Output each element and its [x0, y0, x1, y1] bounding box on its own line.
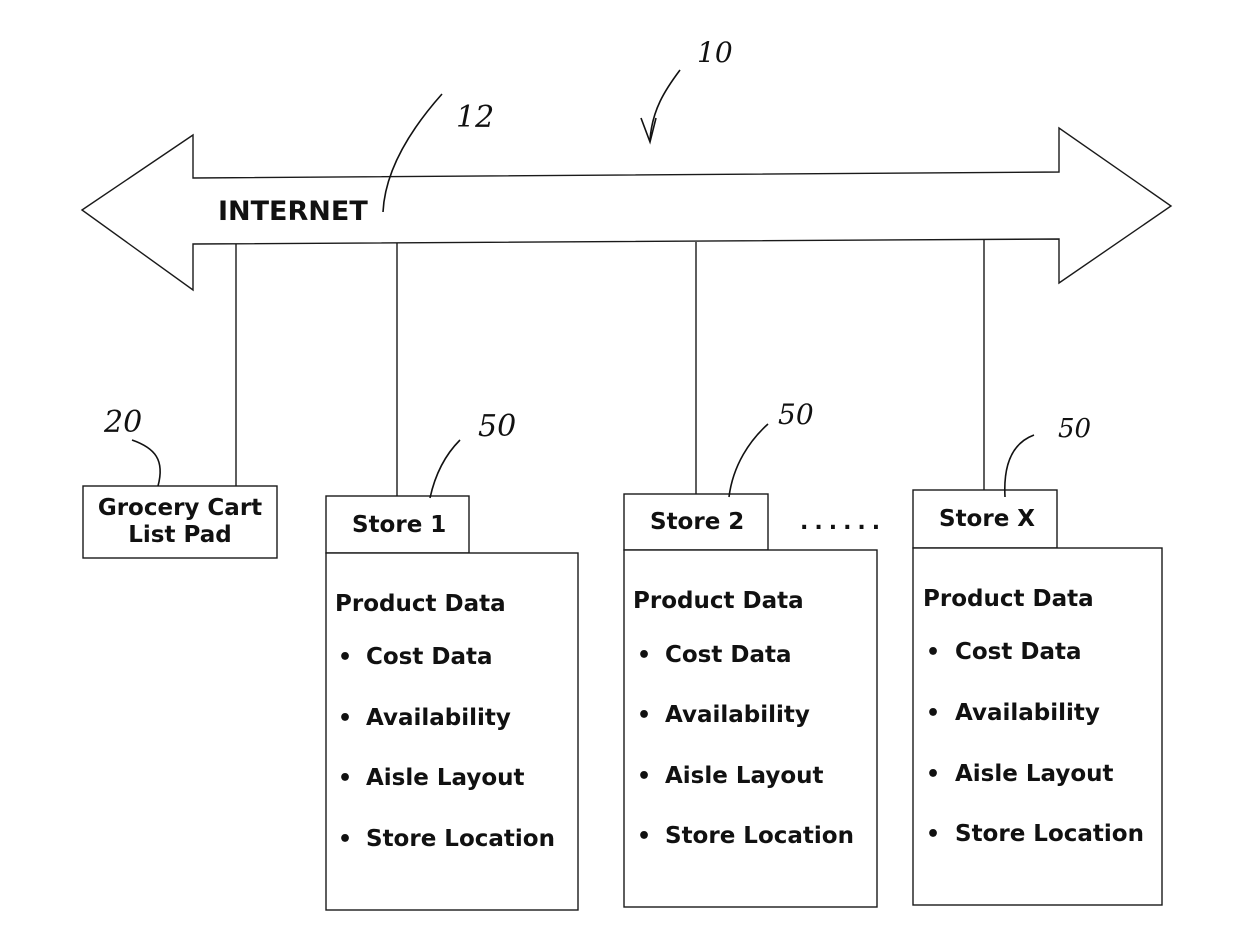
list-item: Cost Data [366, 644, 493, 670]
grocery-label-line-2: List Pad [128, 522, 231, 548]
store-1-heading: Product Data [335, 591, 506, 617]
bullet: • [926, 701, 940, 726]
bullet: • [926, 762, 940, 787]
store-1-name: Store 1 [352, 512, 446, 538]
reference-numeral-store-x: 50 [1058, 414, 1091, 444]
internet-arrow: INTERNET [80, 126, 1173, 292]
reference-numeral-store-1: 50 [478, 409, 516, 444]
bullet: • [338, 645, 352, 670]
list-item: Availability [665, 702, 810, 728]
list-item: Availability [955, 700, 1100, 726]
arrowhead-10 [640, 117, 657, 145]
store-2-name: Store 2 [650, 509, 744, 535]
leader-line-20 [131, 439, 161, 487]
system-diagram: INTERNET 12 10 Grocery Cart List Pad 20 … [80, 36, 1173, 911]
store-1: Store 1 50 Product Data • Cost Data • Av… [325, 409, 579, 911]
bullet: • [637, 764, 651, 789]
leader-line-store-x [1004, 434, 1035, 498]
bullet: • [338, 827, 352, 852]
bullet: • [338, 706, 352, 731]
list-item: Store Location [955, 821, 1144, 847]
list-item: Aisle Layout [665, 763, 824, 789]
store-2-heading: Product Data [633, 588, 804, 614]
list-item: Store Location [665, 823, 854, 849]
list-item: Availability [366, 705, 511, 731]
leader-line-store-2 [728, 423, 769, 498]
reference-numeral-store-2: 50 [778, 398, 814, 431]
list-item: Aisle Layout [955, 761, 1114, 787]
bullet: • [338, 766, 352, 791]
leader-line-store-1 [429, 439, 461, 499]
list-item: Cost Data [665, 642, 792, 668]
leader-line-10 [649, 69, 681, 141]
store-x: Store X 50 Product Data • Cost Data • Av… [912, 414, 1163, 906]
list-item: Aisle Layout [366, 765, 525, 791]
store-x-name: Store X [939, 506, 1035, 532]
bullet: • [637, 824, 651, 849]
store-2: Store 2 50 Product Data • Cost Data • Av… [623, 398, 878, 908]
grocery-label-line-1: Grocery Cart [98, 495, 262, 521]
reference-numeral-20: 20 [103, 405, 142, 440]
reference-10: 10 [640, 36, 733, 145]
grocery-cart-list-pad: Grocery Cart List Pad 20 [82, 405, 278, 559]
store-x-heading: Product Data [923, 586, 1094, 612]
reference-numeral-12: 12 [456, 100, 494, 135]
bullet: • [637, 703, 651, 728]
ellipsis: ...... [800, 510, 886, 535]
bullet: • [926, 822, 940, 847]
list-item: Store Location [366, 826, 555, 852]
internet-label: INTERNET [218, 196, 368, 227]
bullet: • [926, 640, 940, 665]
bullet: • [637, 643, 651, 668]
list-item: Cost Data [955, 639, 1082, 665]
reference-numeral-10: 10 [697, 36, 733, 69]
